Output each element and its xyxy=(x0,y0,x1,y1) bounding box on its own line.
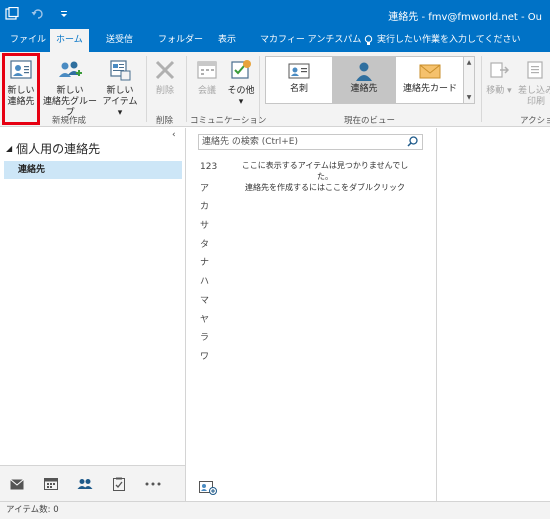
title-bar: 連絡先 - fmv@fmworld.net - Ou xyxy=(0,0,550,29)
ribbon-separator xyxy=(186,56,187,122)
group-label-current-view: 現在のビュー xyxy=(344,116,396,126)
index-a[interactable]: ア xyxy=(200,181,222,200)
new-items-text: 新しい アイテム xyxy=(102,86,138,107)
folder-pane: ‹ ◢ 個人用の連絡先 連絡先 xyxy=(0,128,186,465)
undo-icon[interactable] xyxy=(30,6,46,22)
item-count: アイテム数: 0 xyxy=(6,505,59,515)
contact-card-add-icon[interactable] xyxy=(199,481,217,498)
move-label: 移動 ▾ xyxy=(486,86,512,96)
index-wa[interactable]: ワ xyxy=(200,349,222,368)
empty-list-message[interactable]: ここに表示するアイテムは見つかりませんでした。 連絡先を作成するにはここをダブル… xyxy=(235,160,415,193)
people-nav-icon[interactable] xyxy=(76,475,94,493)
empty-message-line2: 連絡先を作成するにはここをダブルクリック xyxy=(245,183,405,192)
meeting-label: 会議 xyxy=(197,86,216,96)
mail-nav-icon[interactable] xyxy=(8,475,26,493)
view-business-card[interactable]: 名刺 xyxy=(266,57,332,103)
gallery-down-icon[interactable]: ▼ xyxy=(467,94,472,101)
empty-message-line1: ここに表示するアイテムは見つかりませんでした。 xyxy=(241,161,409,181)
ribbon-tabs: ファイル ホーム 送受信 フォルダー 表示 マカフィー アンチスパム 実行したい… xyxy=(0,29,550,52)
calendar-nav-icon[interactable] xyxy=(42,475,60,493)
view-business-card-label: 名刺 xyxy=(289,84,308,94)
delete-button[interactable]: 削除 xyxy=(150,56,180,97)
group-label-delete: 削除 xyxy=(156,116,174,126)
status-bar: アイテム数: 0 xyxy=(0,501,550,519)
meeting-button[interactable]: 会議 xyxy=(192,56,222,97)
move-button[interactable]: 移動 ▾ xyxy=(484,56,514,97)
index-ka[interactable]: カ xyxy=(200,199,222,218)
group-label-action: アクション xyxy=(520,116,550,126)
index-ma[interactable]: マ xyxy=(200,293,222,312)
tab-home[interactable]: ホーム xyxy=(50,29,89,52)
index-ra[interactable]: ラ xyxy=(200,330,222,349)
more-label: その他 ▾ xyxy=(227,86,255,107)
ribbon-separator xyxy=(146,56,147,122)
ribbon-separator xyxy=(481,56,482,122)
current-view-gallery: 名刺 連絡先 連絡先カード xyxy=(265,56,465,104)
more-text: その他 xyxy=(227,86,255,96)
gallery-up-icon[interactable]: ▲ xyxy=(467,59,472,66)
alphabet-index: 123 ア カ サ タ ナ ハ マ ヤ ラ ワ xyxy=(200,162,222,368)
new-items-button[interactable]: 新しい アイテム ▾ xyxy=(100,56,140,119)
view-contact-card[interactable]: 連絡先カード xyxy=(396,57,464,103)
index-ya[interactable]: ヤ xyxy=(200,312,222,331)
delete-label: 削除 xyxy=(155,86,174,96)
tab-folder[interactable]: フォルダー xyxy=(152,29,209,52)
tasks-nav-icon[interactable] xyxy=(110,475,128,493)
window-title: 連絡先 - fmv@fmworld.net - Ou xyxy=(388,12,542,23)
move-icon xyxy=(485,56,513,84)
view-people-label: 連絡先 xyxy=(350,84,378,94)
view-contact-card-label: 連絡先カード xyxy=(402,84,457,94)
mail-merge-button[interactable]: 差し込み 印刷 xyxy=(516,56,550,108)
tab-send-receive[interactable]: 送受信 xyxy=(100,29,139,52)
delete-x-icon xyxy=(151,56,179,84)
tell-me-box[interactable]: 実行したい作業を入力してください xyxy=(364,29,520,52)
new-contact-group-button[interactable]: 新しい 連絡先グループ xyxy=(40,56,100,119)
search-icon[interactable] xyxy=(407,136,418,150)
group-label-communication: コミュニケーション xyxy=(190,116,267,126)
my-contacts-header[interactable]: ◢ 個人用の連絡先 xyxy=(6,140,100,157)
folder-contacts[interactable]: 連絡先 xyxy=(4,161,182,179)
mail-merge-icon xyxy=(522,56,550,84)
index-sa[interactable]: サ xyxy=(200,218,222,237)
index-ha[interactable]: ハ xyxy=(200,274,222,293)
view-people[interactable]: 連絡先 xyxy=(332,57,396,103)
reading-pane xyxy=(438,128,550,501)
new-items-label: 新しい アイテム ▾ xyxy=(102,86,138,118)
envelope-icon xyxy=(419,64,441,79)
group-label-new: 新規作成 xyxy=(52,116,87,126)
person-icon xyxy=(356,62,372,81)
more-button[interactable]: その他 ▾ xyxy=(224,56,258,108)
search-input[interactable] xyxy=(199,135,399,149)
lightbulb-icon xyxy=(364,35,373,45)
search-box[interactable] xyxy=(198,134,423,150)
index-ta[interactable]: タ xyxy=(200,237,222,256)
index-123[interactable]: 123 xyxy=(200,162,222,181)
module-nav-bar xyxy=(0,465,186,501)
more-nav-icon[interactable] xyxy=(144,475,162,493)
tell-me-label: 実行したい作業を入力してください xyxy=(377,35,521,45)
highlight-annotation xyxy=(2,53,40,125)
ribbon-separator xyxy=(259,56,260,122)
ribbon: 新しい 連絡先 新しい 連絡先グループ 新しい アイテム ▾ 新規作成 削除 削… xyxy=(0,52,550,127)
tab-file[interactable]: ファイル xyxy=(4,29,52,52)
contact-list-pane: 123 ア カ サ タ ナ ハ マ ヤ ラ ワ ここに表示するアイテムは見つかり… xyxy=(187,128,437,501)
my-contacts-label: 個人用の連絡先 xyxy=(16,142,101,156)
calendar-icon xyxy=(193,56,221,84)
quick-access-toolbar xyxy=(4,6,72,22)
send-receive-icon[interactable] xyxy=(4,6,20,22)
tab-view[interactable]: 表示 xyxy=(212,29,242,52)
business-card-icon xyxy=(288,63,310,79)
contact-group-icon xyxy=(56,56,84,84)
move-text: 移動 xyxy=(486,86,505,96)
collapse-pane-icon[interactable]: ‹ xyxy=(172,130,176,140)
more-communication-icon xyxy=(227,56,255,84)
new-items-icon xyxy=(106,56,134,84)
expand-triangle-icon[interactable]: ◢ xyxy=(6,144,12,153)
mail-merge-label: 差し込み 印刷 xyxy=(517,86,550,107)
index-na[interactable]: ナ xyxy=(200,255,222,274)
tab-mcafee-antispam[interactable]: マカフィー アンチスパム xyxy=(254,29,367,52)
gallery-scroll-control[interactable]: ▲ ▼ xyxy=(463,56,475,104)
customize-qat-icon[interactable] xyxy=(56,6,72,22)
